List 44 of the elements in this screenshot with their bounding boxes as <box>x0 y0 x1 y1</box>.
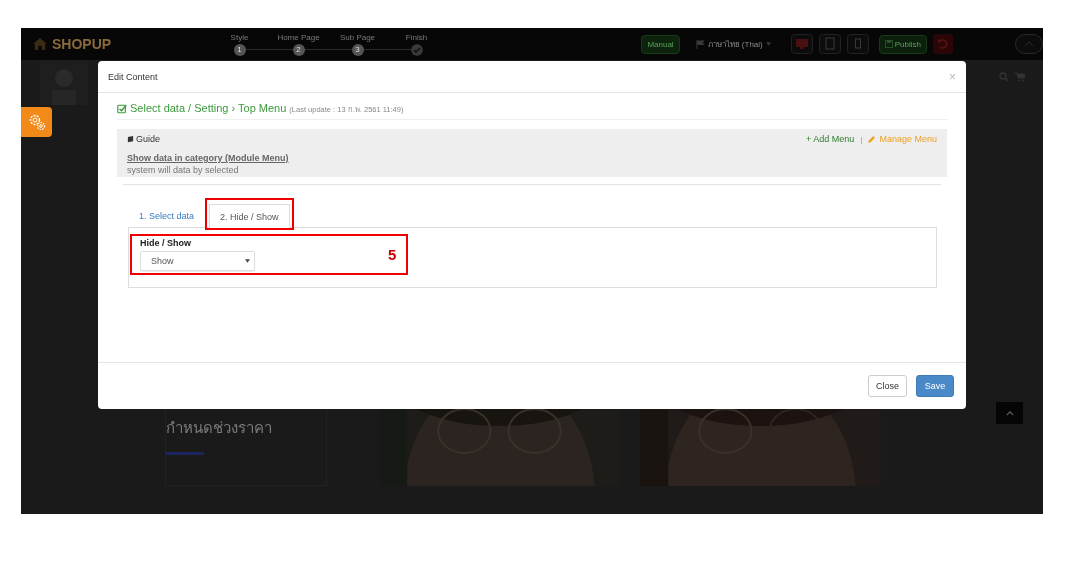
phone-icon[interactable] <box>846 34 869 54</box>
section-heading: Select data / Setting › Top Menu <box>130 102 287 114</box>
undo-icon[interactable] <box>933 34 953 54</box>
pencil-icon <box>868 135 876 143</box>
annotation-number: 5 <box>388 246 397 263</box>
guide-title: Guide <box>136 134 161 144</box>
save-button[interactable]: Save <box>916 375 954 397</box>
field-label: Hide / Show <box>140 238 192 248</box>
close-button[interactable]: Close <box>868 375 907 397</box>
tab[interactable]: 1. Select data <box>128 203 206 227</box>
filter-title: กำหนดช่วงราคา <box>166 418 273 438</box>
separator: | <box>860 134 863 144</box>
checkbox-icon <box>117 103 127 114</box>
guide-link[interactable]: Show data in category (Module Menu) <box>127 153 937 163</box>
dialog-title: Edit Content <box>108 71 158 82</box>
step-label: Style <box>230 32 249 42</box>
step-number[interactable]: 1 <box>233 43 246 56</box>
guide-text: system will data by selected <box>127 165 240 175</box>
home-icon <box>33 38 47 50</box>
settings-button[interactable] <box>21 107 52 137</box>
chevron-up-icon <box>1005 410 1014 416</box>
language-selector[interactable]: ภาษาไทย (Thai) <box>695 37 771 51</box>
flag-icon <box>695 39 705 49</box>
publish-button[interactable]: Publish <box>878 34 927 54</box>
desktop-icon[interactable] <box>790 34 813 54</box>
step-label: Finish <box>405 32 428 42</box>
add-menu-link[interactable]: + Add Menu <box>806 134 855 144</box>
tablet-icon[interactable] <box>818 34 841 54</box>
caret-icon <box>245 259 250 263</box>
save-icon <box>884 40 893 48</box>
check-icon[interactable] <box>410 43 423 56</box>
tab[interactable]: 2. Hide / Show <box>209 204 290 228</box>
book-icon <box>127 135 134 143</box>
step-label: Home Page <box>277 32 320 42</box>
cart-icon[interactable] <box>1015 72 1025 82</box>
logo-text: SHOPUP <box>52 36 112 52</box>
search-icon[interactable] <box>999 72 1009 82</box>
caret-icon <box>765 42 771 46</box>
scroll-top-button[interactable] <box>996 402 1023 424</box>
dropdown[interactable]: Show <box>140 251 255 271</box>
manual-button[interactable]: Manual <box>641 34 680 54</box>
step-number[interactable]: 2 <box>292 43 305 56</box>
step-number[interactable]: 3 <box>351 43 364 56</box>
step-label: Sub Page <box>339 32 376 42</box>
